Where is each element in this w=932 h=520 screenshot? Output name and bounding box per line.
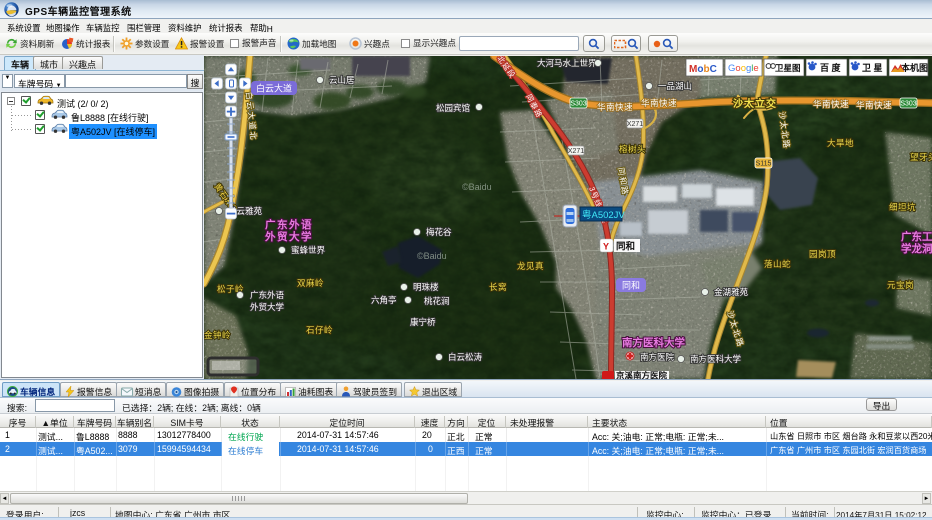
svg-text:外贸大学: 外贸大学 <box>250 302 285 312</box>
svg-text:学龙洞: 学龙洞 <box>901 242 932 255</box>
svg-text:卫星图: 卫星图 <box>775 63 801 73</box>
svg-text:金钟岭: 金钟岭 <box>204 330 231 340</box>
svg-text:外贸大学: 外贸大学 <box>264 230 313 243</box>
svg-text:X271: X271 <box>627 121 643 128</box>
svg-text:云山居: 云山居 <box>329 75 355 85</box>
svg-text:本机图: 本机图 <box>901 62 928 73</box>
svg-text:S303: S303 <box>570 101 586 108</box>
svg-text:广东外语: 广东外语 <box>265 218 313 231</box>
svg-text:沙太立交: 沙太立交 <box>733 97 777 110</box>
svg-text:金湖雅苑: 金湖雅苑 <box>714 287 749 297</box>
svg-text:长窝: 长窝 <box>489 282 507 292</box>
svg-text:大旱地: 大旱地 <box>827 138 854 148</box>
svg-text:望牙头: 望牙头 <box>910 152 932 162</box>
svg-text:蜜蜂世界: 蜜蜂世界 <box>291 245 326 255</box>
svg-text:白云松涛: 白云松涛 <box>448 352 483 362</box>
svg-text:南方医院: 南方医院 <box>640 352 675 362</box>
svg-text:白云大道: 白云大道 <box>256 83 292 94</box>
svg-text:S303: S303 <box>900 101 916 108</box>
svg-text:六角亭: 六角亭 <box>371 295 397 305</box>
svg-text:华南快速: 华南快速 <box>641 98 677 108</box>
svg-text:双麻岭: 双麻岭 <box>297 278 324 288</box>
svg-text:百 度: 百 度 <box>820 62 842 73</box>
svg-text:广东外语: 广东外语 <box>250 290 285 300</box>
svg-text:康宁桥: 康宁桥 <box>410 317 436 327</box>
svg-text:Google: Google <box>728 63 759 74</box>
svg-text:一品湖山: 一品湖山 <box>658 81 692 91</box>
svg-text:S115: S115 <box>756 161 772 168</box>
svg-text:石仔岭: 石仔岭 <box>306 325 333 335</box>
svg-text:MobC: MobC <box>689 64 717 75</box>
svg-text:梅花谷: 梅花谷 <box>426 227 452 237</box>
svg-text:明珠楼: 明珠楼 <box>413 282 439 292</box>
svg-text:细坦坑: 细坦坑 <box>889 202 916 212</box>
svg-text:华南快速: 华南快速 <box>597 102 633 112</box>
svg-text:龙见真: 龙见真 <box>517 261 544 271</box>
svg-text:粤A502JV: 粤A502JV <box>582 209 625 221</box>
svg-text:卫 星: 卫 星 <box>862 63 883 73</box>
svg-text:元宝岗: 元宝岗 <box>887 280 914 290</box>
svg-text:京溪南方医院: 京溪南方医院 <box>616 371 668 380</box>
svg-text:©Baidu: ©Baidu <box>417 251 447 261</box>
svg-text:X271: X271 <box>568 148 584 155</box>
svg-text:桃花涧: 桃花涧 <box>424 296 450 306</box>
svg-text:园岗顶: 园岗顶 <box>809 249 836 259</box>
svg-text:落山蛇: 落山蛇 <box>764 259 791 269</box>
svg-text:Y: Y <box>603 242 609 252</box>
svg-text:南方医科大学: 南方医科大学 <box>690 354 742 364</box>
svg-text:同和: 同和 <box>622 281 640 291</box>
svg-text:榕树头: 榕树头 <box>619 144 646 154</box>
svg-text:同和: 同和 <box>616 241 635 253</box>
svg-text:华南快速: 华南快速 <box>813 99 849 109</box>
svg-text:南方医科大学: 南方医科大学 <box>622 336 685 349</box>
svg-text:©Baidu: ©Baidu <box>462 182 492 192</box>
svg-text:华南快速: 华南快速 <box>856 100 892 110</box>
svg-text:广东工: 广东工 <box>901 230 932 243</box>
svg-text:松园宾馆: 松园宾馆 <box>436 103 470 113</box>
svg-text:大河马水上世界: 大河马水上世界 <box>537 58 597 68</box>
